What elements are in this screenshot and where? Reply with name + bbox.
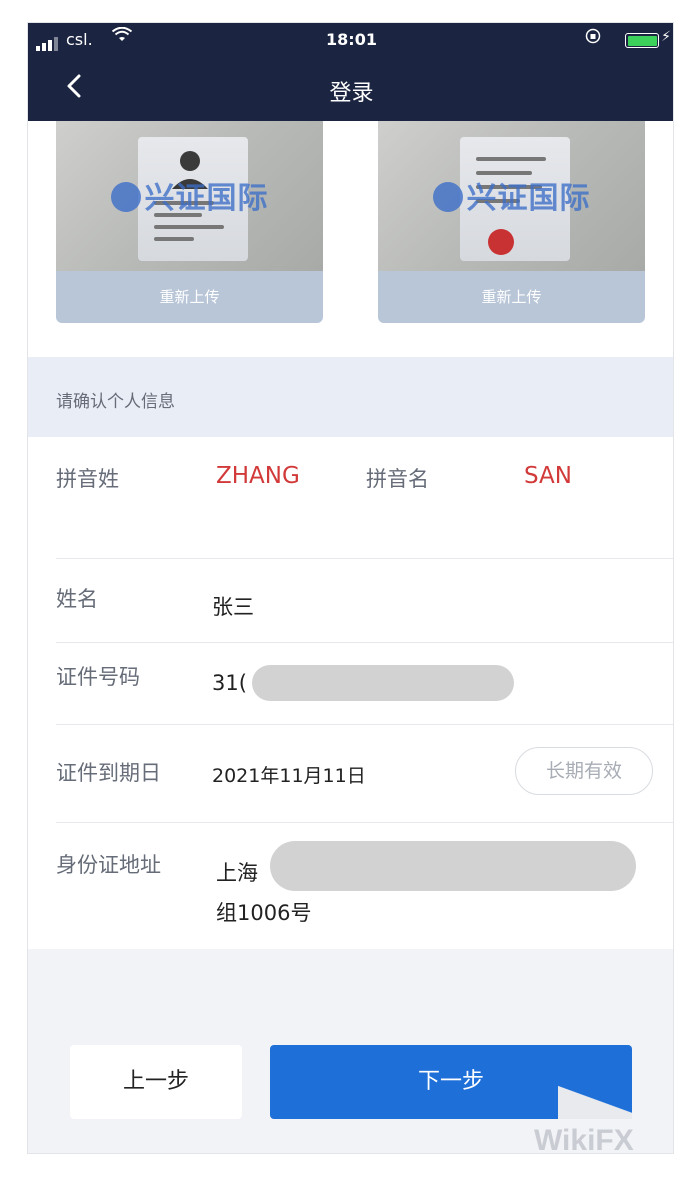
- reupload-back-button[interactable]: 重新上传: [378, 271, 645, 323]
- name-label: 姓名: [56, 587, 98, 611]
- phone-screen: csl. 18:01 ⚡ 登录 兴证国际 重新上传 兴证国际 重新上传 请确认个…: [27, 22, 674, 1154]
- brand-watermark: 兴证国际: [378, 173, 645, 217]
- expiry-row: 证件到期日 2021年11月11日 长期有效: [56, 725, 673, 823]
- redaction-overlay: [270, 841, 636, 891]
- redaction-overlay: [252, 665, 514, 701]
- pinyin-surname-field[interactable]: ZHANG: [216, 463, 300, 489]
- brand-logo-icon: [432, 182, 463, 212]
- status-time: 18:01: [326, 30, 377, 49]
- personal-info-form: 拼音姓 ZHANG 拼音名 SAN 姓名 张三 证件号码 31( 证件到期日 2…: [28, 437, 673, 949]
- corner-watermark: WikiFX: [534, 1124, 634, 1157]
- brand-watermark: 兴证国际: [56, 173, 323, 217]
- reupload-front-button[interactable]: 重新上传: [56, 271, 323, 323]
- name-row: 姓名 张三: [56, 559, 673, 643]
- battery-icon: [625, 33, 659, 48]
- pinyin-surname-label: 拼音姓: [56, 467, 119, 491]
- id-front-photo: 兴证国际: [56, 121, 323, 271]
- brand-logo-icon: [110, 182, 141, 212]
- name-field[interactable]: 张三: [212, 591, 254, 621]
- orientation-lock-icon: [585, 28, 601, 48]
- id-back-photo: 兴证国际: [378, 121, 645, 271]
- page-title: 登录: [329, 81, 374, 106]
- next-step-button[interactable]: 下一步: [270, 1045, 632, 1119]
- id-number-row: 证件号码 31(: [56, 643, 673, 725]
- navigation-bar: 登录: [28, 59, 673, 119]
- pinyin-given-label: 拼音名: [366, 467, 429, 491]
- national-emblem-icon: [488, 229, 514, 255]
- id-card-front-upload[interactable]: 兴证国际 重新上传: [56, 121, 323, 323]
- address-line1[interactable]: 上海: [216, 857, 258, 887]
- id-number-field[interactable]: 31(: [212, 671, 247, 695]
- long-term-valid-button[interactable]: 长期有效: [515, 747, 653, 795]
- expiry-date-field[interactable]: 2021年11月11日: [212, 761, 366, 788]
- id-card-back-upload[interactable]: 兴证国际 重新上传: [378, 121, 645, 323]
- section-header: 请确认个人信息: [28, 357, 673, 437]
- address-line2[interactable]: 组1006号: [216, 897, 311, 927]
- expiry-label: 证件到期日: [56, 761, 161, 785]
- page-curl-decoration: [558, 1079, 632, 1119]
- address-label: 身份证地址: [56, 853, 161, 877]
- pinyin-row: 拼音姓 ZHANG 拼音名 SAN: [56, 437, 673, 559]
- previous-step-button[interactable]: 上一步: [70, 1045, 242, 1119]
- id-upload-section: 兴证国际 重新上传 兴证国际 重新上传: [28, 121, 673, 357]
- address-row: 身份证地址 上海 组1006号: [56, 823, 673, 949]
- pinyin-given-field[interactable]: SAN: [524, 463, 572, 489]
- top-bar: csl. 18:01 ⚡ 登录: [28, 23, 673, 121]
- id-number-label: 证件号码: [56, 665, 140, 689]
- charging-icon: ⚡: [661, 29, 671, 45]
- status-bar: csl. 18:01 ⚡: [28, 23, 673, 57]
